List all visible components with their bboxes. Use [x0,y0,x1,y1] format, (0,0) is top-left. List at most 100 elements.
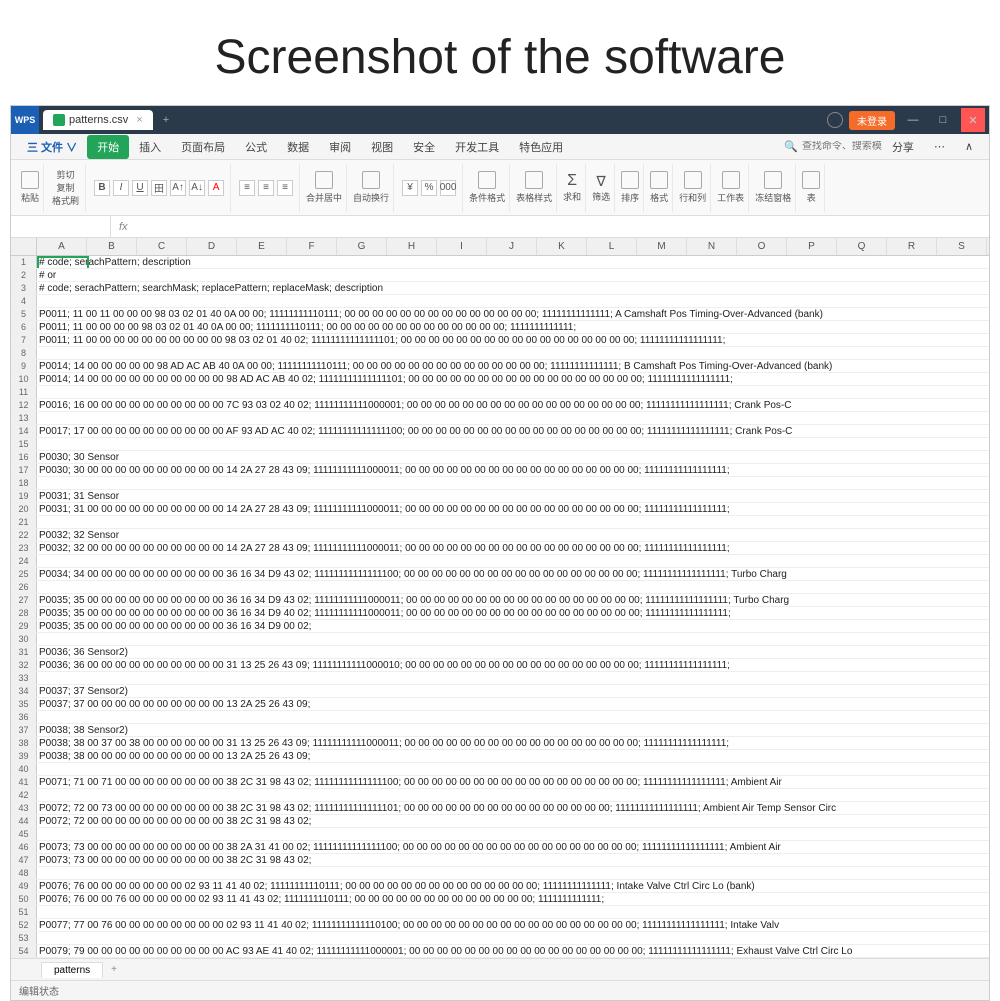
column-header[interactable]: H [387,238,437,255]
table-row[interactable]: 18 [11,477,989,490]
align-right-icon[interactable]: ≡ [277,180,293,196]
cell-content[interactable]: P0038; 38 00 37 00 38 00 00 00 00 00 00 … [37,737,989,749]
cell-content[interactable] [37,906,989,918]
table-row[interactable]: 37P0038; 38 Sensor2) [11,724,989,737]
table-row[interactable]: 22P0032; 32 Sensor [11,529,989,542]
cell-content[interactable]: P0036; 36 Sensor2) [37,646,989,658]
font-size-down-icon[interactable]: A↓ [189,180,205,196]
more-icon[interactable]: ⋯ [924,136,955,157]
tab-home[interactable]: 开始 [87,135,129,159]
table-row[interactable]: 13 [11,412,989,425]
cell-content[interactable] [37,789,989,801]
cell-content[interactable]: P0032; 32 Sensor [37,529,989,541]
row-number[interactable]: 4 [11,295,37,307]
column-header[interactable]: I [437,238,487,255]
row-number[interactable]: 8 [11,347,37,359]
row-number[interactable]: 9 [11,360,37,372]
table-row[interactable]: 47P0073; 73 00 00 00 00 00 00 00 00 00 0… [11,854,989,867]
table-row[interactable]: 51 [11,906,989,919]
table-row[interactable]: 46P0073; 73 00 00 00 00 00 00 00 00 00 0… [11,841,989,854]
table-row[interactable]: 11 [11,386,989,399]
cut-button[interactable]: 剪切 [57,168,75,181]
row-number[interactable]: 44 [11,815,37,827]
cell-content[interactable]: P0035; 35 00 00 00 00 00 00 00 00 00 00 … [37,594,989,606]
table-row[interactable]: 6P0011; 11 00 00 00 00 98 03 02 01 40 0A… [11,321,989,334]
cell-content[interactable]: # or [37,269,989,281]
rowcol-button[interactable]: 行和列 [675,164,711,212]
column-header[interactable]: O [737,238,787,255]
cell-content[interactable] [37,295,989,307]
cell-content[interactable]: P0072; 72 00 00 00 00 00 00 00 00 00 00 … [37,815,989,827]
row-number[interactable]: 17 [11,464,37,476]
table-row[interactable]: 2# or [11,269,989,282]
cell-content[interactable] [37,828,989,840]
table-row[interactable]: 23P0032; 32 00 00 00 00 00 00 00 00 00 0… [11,542,989,555]
row-number[interactable]: 32 [11,659,37,671]
cell-content[interactable]: P0079; 79 00 00 00 00 00 00 00 00 00 00 … [37,945,989,957]
table-row[interactable]: 44P0072; 72 00 00 00 00 00 00 00 00 00 0… [11,815,989,828]
format-button[interactable]: 格式 [646,164,673,212]
column-header[interactable]: D [187,238,237,255]
cell-content[interactable]: P0076; 76 00 00 00 00 00 00 00 02 93 11 … [37,880,989,892]
wrap-button[interactable]: 自动换行 [349,164,394,212]
row-number[interactable]: 45 [11,828,37,840]
table-row[interactable]: 7P0011; 11 00 00 00 00 00 00 00 00 00 00… [11,334,989,347]
row-number[interactable]: 31 [11,646,37,658]
cell-content[interactable]: P0030; 30 Sensor [37,451,989,463]
align-left-icon[interactable]: ≡ [239,180,255,196]
user-icon[interactable] [827,112,843,128]
row-number[interactable]: 33 [11,672,37,684]
percent-icon[interactable]: % [421,180,437,196]
currency-icon[interactable]: ¥ [402,180,418,196]
table-row[interactable]: 17P0030; 30 00 00 00 00 00 00 00 00 00 0… [11,464,989,477]
collapse-ribbon-icon[interactable]: ∧ [955,136,983,157]
paste-group[interactable]: 粘贴 [17,164,44,212]
cell-content[interactable]: P0076; 76 00 00 76 00 00 00 00 00 02 93 … [37,893,989,905]
table-row[interactable]: 39P0038; 38 00 00 00 00 00 00 00 00 00 0… [11,750,989,763]
copy-button[interactable]: 复制 [57,181,75,194]
column-header[interactable]: N [687,238,737,255]
table-row[interactable]: 38P0038; 38 00 37 00 38 00 00 00 00 00 0… [11,737,989,750]
row-number[interactable]: 29 [11,620,37,632]
freeze-button[interactable]: 冻结窗格 [751,164,796,212]
row-number[interactable]: 47 [11,854,37,866]
tab-special[interactable]: 特色应用 [509,135,573,159]
cell-content[interactable]: P0037; 37 00 00 00 00 00 00 00 00 00 00 … [37,698,989,710]
tab-insert[interactable]: 插入 [129,135,171,159]
cell-content[interactable]: P0071; 71 00 71 00 00 00 00 00 00 00 00 … [37,776,989,788]
row-number[interactable]: 22 [11,529,37,541]
table-row[interactable]: 14P0017; 17 00 00 00 00 00 00 00 00 00 0… [11,425,989,438]
maximize-icon[interactable]: □ [931,108,955,132]
tab-page-layout[interactable]: 页面布局 [171,135,235,159]
filter-button[interactable]: ∇筛选 [588,164,615,212]
row-number[interactable]: 21 [11,516,37,528]
row-number[interactable]: 46 [11,841,37,853]
table-row[interactable]: 41P0071; 71 00 71 00 00 00 00 00 00 00 0… [11,776,989,789]
row-number[interactable]: 26 [11,581,37,593]
tab-review[interactable]: 审阅 [319,135,361,159]
cell-content[interactable]: P0036; 36 00 00 00 00 00 00 00 00 00 00 … [37,659,989,671]
cell-content[interactable]: P0073; 73 00 00 00 00 00 00 00 00 00 00 … [37,854,989,866]
cond-format-button[interactable]: 条件格式 [465,164,510,212]
tab-devtools[interactable]: 开发工具 [445,135,509,159]
file-tab[interactable]: patterns.csv × [43,110,153,130]
table-row[interactable]: 4 [11,295,989,308]
tab-data[interactable]: 数据 [277,135,319,159]
row-number[interactable]: 27 [11,594,37,606]
row-number[interactable]: 1 [11,256,37,268]
cell-content[interactable]: P0072; 72 00 73 00 00 00 00 00 00 00 00 … [37,802,989,814]
close-icon[interactable]: ✕ [961,108,985,132]
table-row[interactable]: 40 [11,763,989,776]
column-header[interactable]: G [337,238,387,255]
row-number[interactable]: 43 [11,802,37,814]
row-number[interactable]: 13 [11,412,37,424]
column-header[interactable]: Q [837,238,887,255]
login-button[interactable]: 未登录 [849,111,895,130]
table-row[interactable]: 29P0035; 35 00 00 00 00 00 00 00 00 00 0… [11,620,989,633]
column-header[interactable]: F [287,238,337,255]
cell-content[interactable] [37,477,989,489]
cell-content[interactable] [37,438,989,450]
table-row[interactable]: 15 [11,438,989,451]
cell-content[interactable]: P0011; 11 00 11 00 00 00 98 03 02 01 40 … [37,308,989,320]
row-number[interactable]: 53 [11,932,37,944]
